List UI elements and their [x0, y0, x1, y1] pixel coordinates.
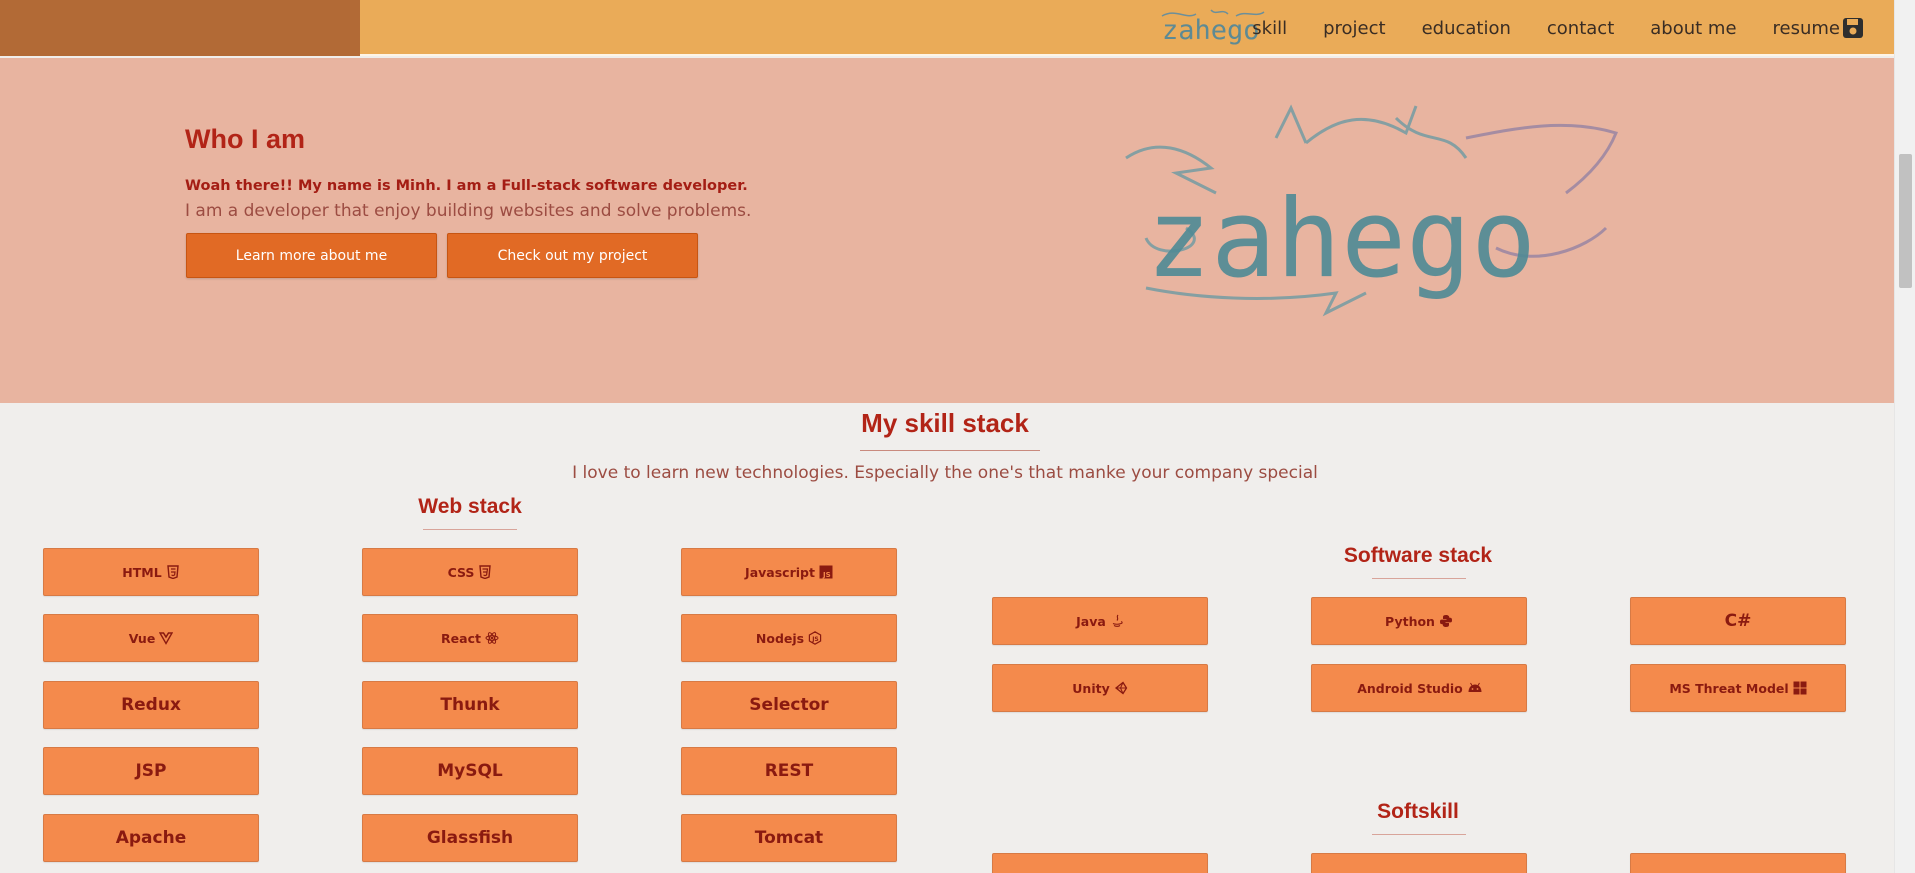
python-icon: [1439, 614, 1453, 628]
softskill-underline: [1372, 834, 1466, 835]
learn-more-button[interactable]: Learn more about me: [186, 233, 437, 278]
nav-link-resume[interactable]: resume: [1773, 17, 1864, 39]
skill-glassfish-button[interactable]: Glassfish: [362, 814, 578, 862]
unity-icon: [1114, 681, 1128, 695]
skill-nodejs-button[interactable]: Nodejs JS: [681, 614, 897, 662]
skill-label: MS Threat Model: [1669, 680, 1789, 696]
nodejs-icon: JS: [808, 631, 822, 645]
hero-section: Who I am Woah there!! My name is Minh. I…: [0, 58, 1894, 403]
nav-link-skill[interactable]: skill: [1252, 18, 1287, 39]
save-icon: [1843, 18, 1863, 38]
skill-label: Android Studio: [1357, 680, 1463, 696]
skill-label: Javascript: [745, 564, 815, 580]
nav-link-project[interactable]: project: [1323, 18, 1385, 39]
svg-text:zahego: zahego: [1162, 15, 1260, 46]
page-scrollbar[interactable]: [1894, 0, 1915, 873]
skill-label: CSS: [447, 564, 475, 580]
skill-python-button[interactable]: Python: [1311, 597, 1527, 645]
skill-label: REST: [764, 761, 814, 781]
svg-text:zahego: zahego: [1146, 177, 1536, 302]
skill-unity-button[interactable]: Unity: [992, 664, 1208, 712]
js-icon: JS: [819, 565, 833, 579]
skill-title-underline: [860, 450, 1040, 451]
top-navbar: zahego skill project education contact a…: [0, 0, 1894, 56]
web-stack-underline: [423, 529, 517, 530]
vue-icon: [159, 631, 174, 645]
hero-title: Who I am: [185, 124, 305, 154]
android-icon: [1467, 681, 1482, 695]
hero-description: I am a developer that enjoy building web…: [185, 201, 752, 221]
skill-selector-button[interactable]: Selector: [681, 681, 897, 729]
skill-label: Thunk: [440, 695, 500, 715]
skill-ms-threat-model-button[interactable]: MS Threat Model: [1630, 664, 1846, 712]
svg-text:JS: JS: [822, 571, 831, 579]
softskill-title: Softskill: [1377, 800, 1459, 823]
skill-javascript-button[interactable]: Javascript JS: [681, 548, 897, 596]
skill-mysql-button[interactable]: MySQL: [362, 747, 578, 795]
skill-label: Vue: [128, 630, 156, 646]
java-icon: [1110, 614, 1124, 628]
skill-section-title: My skill stack: [861, 408, 1029, 438]
skill-redux-button[interactable]: Redux: [43, 681, 259, 729]
skill-apache-button[interactable]: Apache: [43, 814, 259, 862]
nav-link-education[interactable]: education: [1422, 18, 1511, 39]
skill-css-button[interactable]: CSS: [362, 548, 578, 596]
nav-link-contact[interactable]: contact: [1547, 18, 1614, 39]
skill-label: Python: [1385, 613, 1435, 629]
react-icon: [485, 631, 499, 645]
skill-label: C#: [1724, 611, 1752, 631]
softskill-button-2[interactable]: [1311, 853, 1527, 873]
skill-section-subtitle: I love to learn new technologies. Especi…: [572, 463, 1318, 483]
skill-label: Apache: [115, 828, 187, 848]
skill-tomcat-button[interactable]: Tomcat: [681, 814, 897, 862]
skill-vue-button[interactable]: Vue: [43, 614, 259, 662]
css3-icon: [478, 565, 492, 579]
windows-icon: [1793, 681, 1807, 695]
navbar-left-block: [0, 0, 360, 56]
scrollbar-thumb[interactable]: [1899, 154, 1912, 288]
skill-html-button[interactable]: HTML: [43, 548, 259, 596]
skill-react-button[interactable]: React: [362, 614, 578, 662]
softskill-button-1[interactable]: [992, 853, 1208, 873]
skill-rest-button[interactable]: REST: [681, 747, 897, 795]
svg-text:JS: JS: [811, 636, 819, 643]
skill-label: JSP: [135, 761, 167, 781]
skill-csharp-button[interactable]: C#: [1630, 597, 1846, 645]
nav-link-about-me[interactable]: about me: [1650, 18, 1736, 39]
skill-label: HTML: [122, 564, 162, 580]
software-stack-underline: [1372, 578, 1466, 579]
skill-label: Selector: [749, 695, 829, 715]
skill-label: Unity: [1072, 680, 1110, 696]
skill-label: Java: [1076, 613, 1106, 629]
hero-intro: Woah there!! My name is Minh. I am a Ful…: [185, 178, 748, 194]
skill-label: Redux: [121, 695, 181, 715]
check-project-button[interactable]: Check out my project: [447, 233, 698, 278]
skill-label: MySQL: [437, 761, 503, 781]
skill-label: Tomcat: [754, 828, 824, 848]
skill-jsp-button[interactable]: JSP: [43, 747, 259, 795]
software-stack-title: Software stack: [1343, 544, 1493, 567]
navbar-logo[interactable]: zahego: [1156, 6, 1268, 48]
skill-label: Nodejs: [755, 630, 805, 646]
skill-android-studio-button[interactable]: Android Studio: [1311, 664, 1527, 712]
nav-link-resume-label: resume: [1772, 17, 1840, 39]
web-stack-title: Web stack: [418, 495, 522, 518]
html5-icon: [166, 565, 180, 579]
skill-label: React: [441, 630, 481, 646]
softskill-button-3[interactable]: [1630, 853, 1846, 873]
skill-label: Glassfish: [426, 828, 514, 848]
skill-java-button[interactable]: Java: [992, 597, 1208, 645]
skill-thunk-button[interactable]: Thunk: [362, 681, 578, 729]
hero-logo: zahego: [1125, 104, 1619, 317]
nav-links: skill project education contact about me…: [1252, 0, 1864, 56]
